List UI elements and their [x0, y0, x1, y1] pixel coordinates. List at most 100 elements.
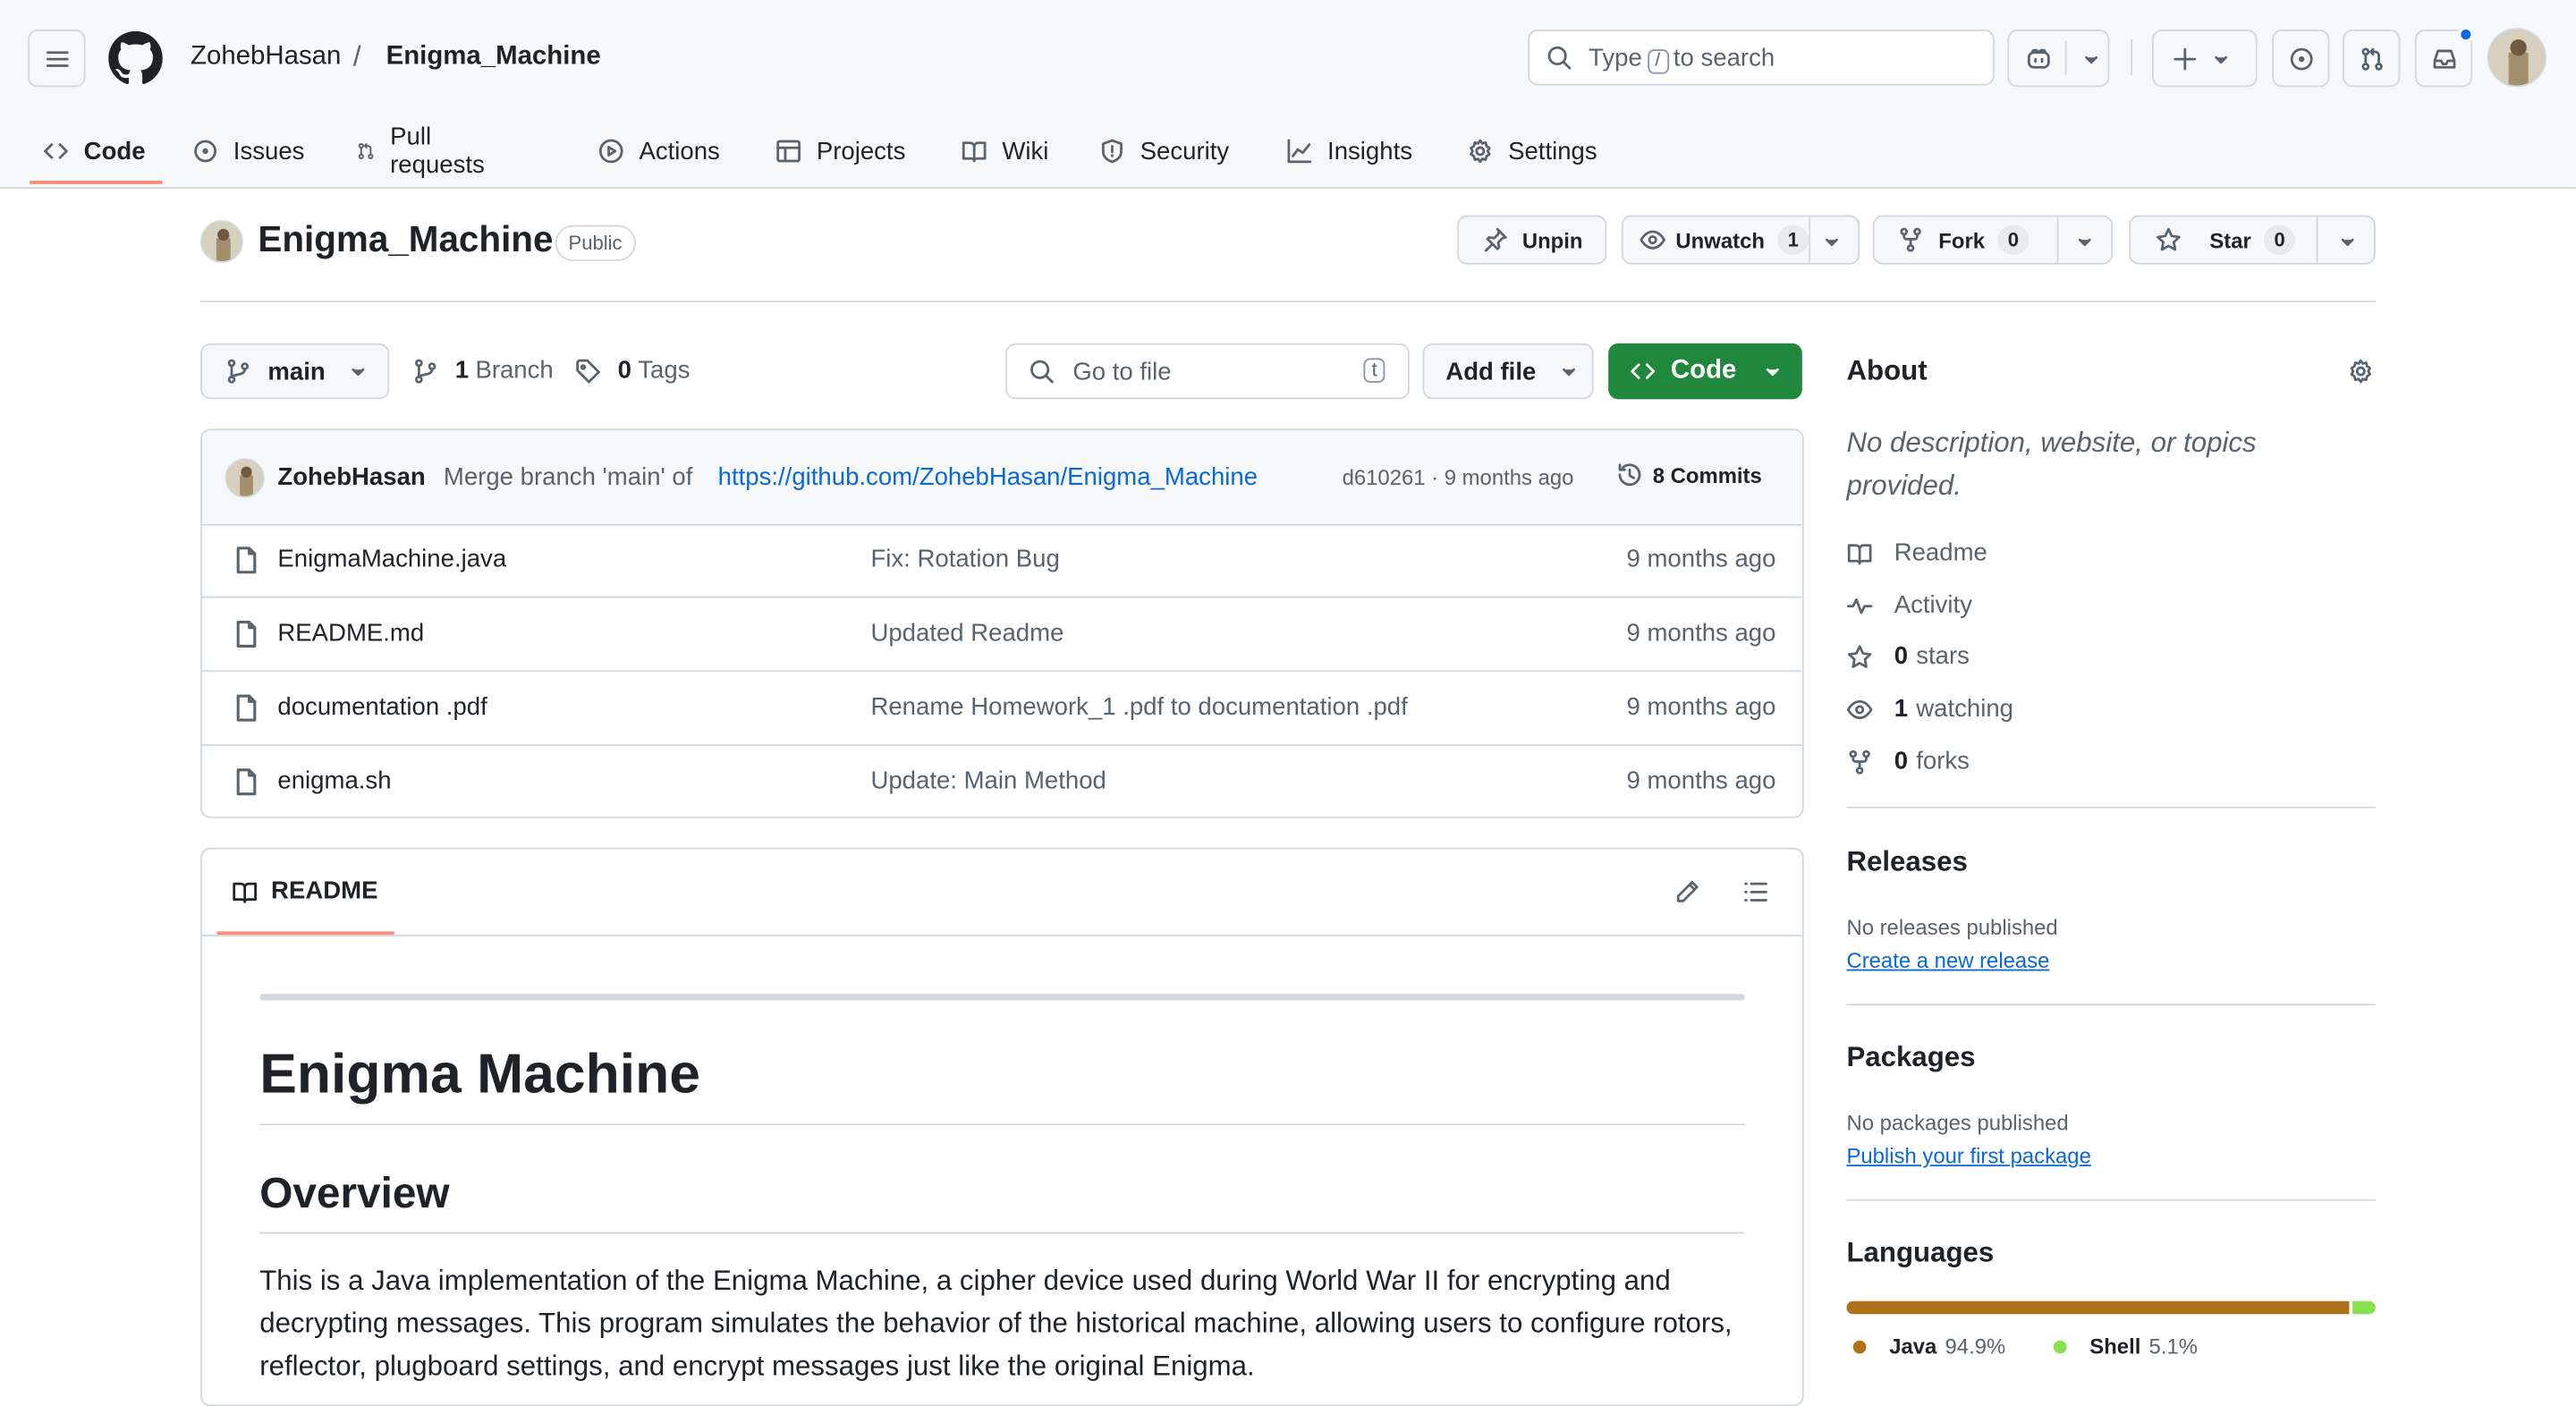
repo-forked-icon [1900, 227, 1921, 252]
pencil-icon[interactable] [1674, 879, 1700, 905]
gear-icon[interactable] [2348, 358, 2374, 384]
branch-selector[interactable]: main [200, 343, 390, 400]
repo-owner-avatar[interactable] [200, 220, 243, 263]
create-new-button[interactable] [2152, 30, 2258, 88]
branches-label: Branch [475, 356, 554, 385]
commit-meta[interactable]: d610261 · 9 months ago [1343, 465, 1574, 490]
tab-wiki[interactable]: Wiki [961, 115, 1048, 188]
chevron-down-icon[interactable] [2072, 228, 2097, 254]
file-name[interactable]: documentation .pdf [277, 693, 487, 721]
stars-link[interactable]: 0 stars [1846, 642, 1970, 670]
fork-label: Fork [1938, 227, 1986, 252]
star-label: Star [2209, 227, 2251, 252]
unpin-button[interactable]: Unpin [1457, 215, 1607, 265]
readme-link[interactable]: Readme [1846, 538, 1987, 567]
go-to-file-input[interactable]: Go to file t [1005, 343, 1410, 400]
file-commit-message[interactable]: Rename Homework_1 .pdf to documentation … [870, 693, 1407, 721]
file-age: 9 months ago [1626, 693, 1776, 722]
tab-actions-label: Actions [639, 137, 720, 165]
file-row[interactable]: enigma.sh Update: Main Method 9 months a… [202, 746, 1802, 817]
releases-title[interactable]: Releases [1846, 846, 1967, 879]
file-commit-message[interactable]: Fix: Rotation Bug [870, 546, 1059, 573]
file-age: 9 months ago [1626, 619, 1776, 648]
readme-paragraph: This is a Java implementation of the Eni… [259, 1265, 1733, 1382]
book-icon [1847, 543, 1872, 564]
tab-actions[interactable]: Actions [598, 115, 720, 188]
global-search-input[interactable]: Type / to search [1528, 30, 1995, 86]
star-button[interactable]: Star 0 [2129, 215, 2376, 265]
file-row[interactable]: README.md Updated Readme 9 months ago [201, 598, 1802, 673]
language-color-dot [2053, 1339, 2067, 1353]
file-list: ZohebHasan Merge branch 'main' of https:… [200, 428, 1804, 818]
readme-tab[interactable]: README [232, 877, 377, 905]
code-dropdown-button[interactable]: Code [1608, 343, 1802, 400]
commit-message-link[interactable]: https://github.com/ZohebHasan/Enigma_Mac… [718, 463, 1258, 491]
file-icon [236, 546, 257, 574]
tags-link[interactable]: 0 Tags [575, 356, 691, 385]
tab-projects[interactable]: Projects [775, 115, 905, 188]
repo-link[interactable]: Enigma_Machine [386, 43, 601, 72]
tags-label: Tags [638, 356, 691, 385]
shield-icon [1101, 139, 1123, 164]
list-unordered-icon[interactable] [1743, 879, 1769, 905]
pull-requests-button[interactable] [2343, 30, 2401, 88]
language-item-java[interactable]: Java 94.9% [1852, 1334, 2005, 1359]
publish-package-link[interactable]: Publish your first package [1846, 1143, 2090, 1168]
activity-link[interactable]: Activity [1846, 591, 1972, 619]
readme-content: Enigma Machine Overview This is a Java i… [259, 994, 1745, 1388]
branches-link[interactable]: 1 Branch [412, 357, 554, 385]
issues-button[interactable] [2272, 30, 2330, 88]
watching-link[interactable]: 1 watching [1846, 695, 2013, 723]
fork-button[interactable]: Fork 0 [1872, 215, 2113, 265]
user-avatar[interactable] [2487, 28, 2546, 88]
language-item-shell[interactable]: Shell 5.1% [2053, 1334, 2198, 1359]
repo-sidebar: About No description, website, or topics… [1846, 345, 2376, 1380]
chevron-down-icon[interactable] [2078, 46, 2104, 72]
tab-projects-label: Projects [816, 137, 906, 165]
tab-code[interactable]: Code [43, 115, 146, 188]
file-row[interactable]: EnigmaMachine.java Fix: Rotation Bug 9 m… [201, 524, 1802, 598]
fork-count: 0 [1997, 224, 2029, 255]
copilot-button[interactable] [2007, 30, 2110, 88]
about-title: About [1846, 354, 1928, 386]
git-branch-icon [415, 358, 436, 383]
languages-bar [1846, 1300, 2376, 1315]
tab-insights[interactable]: Insights [1286, 115, 1412, 188]
file-commit-message[interactable]: Update: Main Method [870, 767, 1106, 795]
file-name[interactable]: EnigmaMachine.java [277, 546, 506, 573]
file-name[interactable]: README.md [277, 619, 424, 647]
tab-security[interactable]: Security [1099, 115, 1229, 188]
forks-link[interactable]: 0 forks [1846, 747, 1970, 775]
forks-count: 0 [1894, 747, 1909, 775]
tab-issues[interactable]: Issues [192, 115, 304, 188]
commit-author-avatar[interactable] [225, 458, 265, 498]
tab-pull-requests[interactable]: Pull requests [357, 115, 493, 188]
language-color-dot [1852, 1339, 1867, 1353]
eye-icon [1640, 230, 1665, 250]
commits-link[interactable]: 8 Commits [1616, 462, 1762, 487]
tab-settings[interactable]: Settings [1467, 115, 1597, 188]
menu-button[interactable] [28, 30, 86, 88]
github-logo-icon[interactable] [108, 30, 163, 86]
file-age: 9 months ago [1626, 545, 1776, 574]
file-row[interactable]: documentation .pdf Rename Homework_1 .pd… [201, 672, 1802, 746]
file-name[interactable]: enigma.sh [277, 767, 391, 795]
readme-tab-indicator [216, 931, 394, 936]
plus-icon [2174, 47, 2197, 70]
file-icon [236, 768, 257, 796]
avatar-image [2488, 30, 2546, 86]
path-separator: / [352, 40, 361, 72]
create-release-link[interactable]: Create a new release [1846, 948, 2049, 973]
chevron-down-icon[interactable] [2334, 228, 2360, 254]
unwatch-button[interactable]: Unwatch 1 [1621, 215, 1860, 265]
file-commit-message[interactable]: Updated Readme [870, 619, 1063, 647]
packages-title[interactable]: Packages [1846, 1041, 1975, 1074]
tab-insights-label: Insights [1327, 137, 1413, 165]
add-file-button[interactable]: Add file [1422, 343, 1594, 400]
commit-author[interactable]: ZohebHasan [277, 463, 425, 491]
repo-title[interactable]: Enigma_Machine [258, 218, 553, 261]
owner-link[interactable]: ZohebHasan [191, 43, 341, 72]
commit-message[interactable]: Merge branch 'main' of [444, 463, 693, 491]
chevron-down-icon[interactable] [1818, 228, 1844, 254]
unpin-label: Unpin [1521, 227, 1583, 252]
